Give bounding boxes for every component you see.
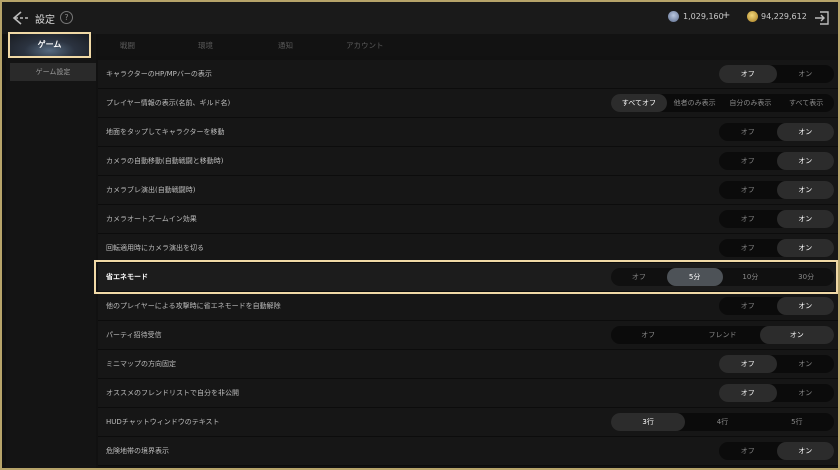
setting-row: HUDチャットウィンドウのテキスト 3行 4行 5行: [98, 408, 838, 437]
option-toggle: オフ オン: [719, 210, 834, 228]
tab-account[interactable]: アカウント: [346, 40, 384, 51]
add-currency-button[interactable]: +: [722, 10, 730, 21]
option-button[interactable]: オフ: [719, 297, 777, 315]
option-button[interactable]: オフ: [719, 442, 777, 460]
setting-label: 他のプレイヤーによる攻撃時に省エネモードを自動解除: [106, 302, 281, 310]
setting-label: 危険地帯の境界表示: [106, 447, 169, 455]
setting-row: オススメのフレンドリストで自分を非公開 オフ オン: [98, 379, 838, 408]
option-button[interactable]: フレンド: [685, 326, 759, 344]
option-button[interactable]: 5行: [760, 413, 834, 431]
setting-row: 地面をタップしてキャラクターを移動 オフ オン: [98, 118, 838, 147]
option-button[interactable]: オフ: [719, 239, 777, 257]
setting-label: 地面をタップしてキャラクターを移動: [106, 128, 225, 136]
setting-row: ミニマップの方向固定 オフ オン: [98, 350, 838, 379]
option-button[interactable]: すべて表示: [778, 94, 834, 112]
game-settings-window: 設定 ? 1,029,160 + 94,229,612 ゲーム ゲーム設定 戦闘…: [0, 0, 840, 470]
sidebar: [6, 34, 96, 468]
option-button[interactable]: オン: [759, 326, 834, 344]
option-button[interactable]: オン: [776, 297, 834, 315]
option-toggle: オフ オン: [719, 297, 834, 315]
setting-row: プレイヤー情報の表示(名前、ギルド名) すべてオフ 他者のみ表示 自分のみ表示 すべて表…: [98, 89, 838, 118]
option-button[interactable]: 3行: [611, 413, 686, 431]
setting-label: キャラクターのHP/MPバーの表示: [106, 70, 212, 78]
option-toggle: オフ オン: [719, 65, 834, 83]
option-button[interactable]: オフ: [719, 355, 777, 373]
option-toggle: オフ オン: [719, 384, 834, 402]
diamond-currency-value: 1,029,160: [683, 12, 724, 21]
help-icon[interactable]: ?: [60, 11, 73, 24]
option-button[interactable]: オン: [776, 181, 834, 199]
option-toggle: すべてオフ 他者のみ表示 自分のみ表示 すべて表示: [611, 94, 834, 112]
option-toggle: オフ オン: [719, 442, 834, 460]
option-button[interactable]: オン: [777, 384, 835, 402]
option-toggle: オフ オン: [719, 181, 834, 199]
tab-environment[interactable]: 環境: [198, 40, 213, 51]
tab-bar: 戦闘 環境 通知 アカウント: [98, 34, 838, 56]
option-button[interactable]: すべてオフ: [611, 94, 667, 112]
setting-row: 他のプレイヤーによる攻撃時に省エネモードを自動解除 オフ オン: [98, 292, 838, 321]
top-bar: 設定 ? 1,029,160 + 94,229,612: [2, 2, 838, 34]
setting-row: 危険地帯の境界表示 オフ オン: [98, 437, 838, 466]
setting-label: カメラオートズームイン効果: [106, 215, 197, 223]
setting-row: カメラオートズームイン効果 オフ オン: [98, 205, 838, 234]
option-button[interactable]: オン: [777, 65, 835, 83]
setting-label: オススメのフレンドリストで自分を非公開: [106, 389, 239, 397]
tab-notifications[interactable]: 通知: [278, 40, 293, 51]
setting-label: ミニマップの方向固定: [106, 360, 176, 368]
option-button[interactable]: オン: [776, 239, 834, 257]
setting-label: カメラブレ演出(自動戦闘時): [106, 186, 196, 194]
option-button[interactable]: オフ: [719, 152, 777, 170]
option-button[interactable]: 4行: [685, 413, 759, 431]
setting-label: パーティ招待受信: [106, 331, 162, 339]
setting-row: カメラブレ演出(自動戦闘時) オフ オン: [98, 176, 838, 205]
option-button[interactable]: 自分のみ表示: [723, 94, 779, 112]
option-button[interactable]: オフ: [719, 65, 777, 83]
option-toggle: 3行 4行 5行: [611, 413, 834, 431]
diamond-currency-icon: [668, 11, 679, 22]
setting-row: キャラクターのHP/MPバーの表示 オフ オン: [98, 60, 838, 89]
option-button[interactable]: オフ: [719, 384, 777, 402]
tab-combat[interactable]: 戦闘: [120, 40, 135, 51]
option-button[interactable]: オフ: [719, 181, 777, 199]
option-button[interactable]: オン: [776, 442, 834, 460]
option-button[interactable]: オン: [776, 210, 834, 228]
option-toggle: オフ オン: [719, 355, 834, 373]
option-button[interactable]: オフ: [719, 210, 777, 228]
option-button[interactable]: オフ: [719, 123, 777, 141]
option-button[interactable]: オン: [776, 123, 834, 141]
setting-label: プレイヤー情報の表示(名前、ギルド名): [106, 99, 231, 107]
option-button[interactable]: 他者のみ表示: [667, 94, 723, 112]
setting-label: HUDチャットウィンドウのテキスト: [106, 418, 220, 426]
back-arrow-icon[interactable]: [12, 10, 32, 26]
option-toggle: オフ オン: [719, 239, 834, 257]
option-button[interactable]: オフ: [611, 326, 685, 344]
sidebar-item-game-settings[interactable]: ゲーム設定: [10, 63, 96, 81]
page-title: 設定: [35, 15, 55, 26]
setting-row: パーティ招待受信 オフ フレンド オン: [98, 321, 838, 350]
gold-coin-icon: [747, 11, 758, 22]
setting-label: カメラの自動移動(自動戦闘と移動時): [106, 157, 224, 165]
setting-label: 回転適用時にカメラ演出を切る: [106, 244, 204, 252]
gold-currency-value: 94,229,612: [761, 12, 807, 21]
setting-row: カメラの自動移動(自動戦闘と移動時) オフ オン: [98, 147, 838, 176]
option-toggle: オフ オン: [719, 152, 834, 170]
setting-row: 回転適用時にカメラ演出を切る オフ オン: [98, 234, 838, 263]
sidebar-item-game[interactable]: ゲーム: [8, 32, 91, 58]
option-toggle: オフ オン: [719, 123, 834, 141]
option-button[interactable]: オン: [776, 152, 834, 170]
option-toggle: オフ フレンド オン: [611, 326, 834, 344]
option-button[interactable]: オン: [777, 355, 835, 373]
highlight-frame: [94, 260, 838, 294]
exit-icon[interactable]: [814, 10, 830, 26]
